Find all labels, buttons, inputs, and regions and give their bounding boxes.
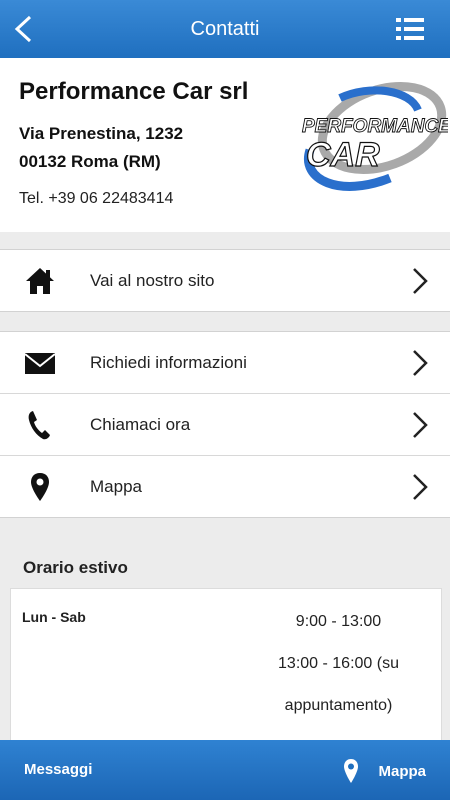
address-city: 00132 Roma (RM) (19, 152, 161, 171)
hours-time-line: 9:00 - 13:00 (295, 613, 382, 630)
visit-website-row[interactable]: Vai al nostro sito (0, 250, 450, 311)
website-group: Vai al nostro sito (0, 249, 450, 312)
map-button-label: Mappa (378, 762, 426, 780)
hours-section-title: Orario estivo (23, 558, 128, 577)
map-label: Mappa (90, 476, 142, 496)
chevron-right-icon (413, 474, 428, 500)
logo-text-top: PERFORMANCE (302, 116, 448, 137)
hours-times: 9:00 - 13:00 13:00 - 16:00 (su appuntame… (251, 601, 426, 759)
contact-actions-group: Richiedi informazioni Chiamaci ora Mappa (0, 331, 450, 518)
phone-number: Tel. +39 06 22483414 (19, 190, 174, 207)
phone-icon (28, 411, 50, 440)
request-info-row[interactable]: Richiedi informazioni (0, 332, 450, 393)
hours-time-line: appuntamento) (284, 697, 393, 714)
call-now-label: Chiamaci ora (90, 414, 191, 434)
hours-day: Lun - Sab (22, 609, 86, 625)
map-button[interactable]: Mappa (342, 756, 426, 786)
chevron-right-icon (413, 350, 428, 376)
home-icon (26, 268, 54, 294)
chevron-left-icon[interactable] (12, 14, 36, 44)
logo-text-bottom: CAR (306, 136, 380, 174)
page-title: Contatti (190, 17, 260, 40)
hours-time-line: 13:00 - 16:00 (su (278, 655, 399, 672)
map-row[interactable]: Mappa (0, 455, 450, 517)
address-street: Via Prenestina, 1232 (19, 124, 184, 143)
company-info-card: Performance Car srl Via Prenestina, 1232… (0, 58, 450, 232)
top-app-bar: Contatti (0, 0, 450, 58)
messages-button[interactable]: Messaggi (24, 761, 92, 778)
map-pin-icon (344, 759, 359, 783)
hours-card: Lun - Sab 9:00 - 13:00 13:00 - 16:00 (su… (10, 588, 442, 760)
chevron-right-icon (413, 268, 428, 294)
envelope-icon (24, 353, 56, 374)
company-name: Performance Car srl (19, 78, 249, 105)
call-now-row[interactable]: Chiamaci ora (0, 393, 450, 455)
chevron-right-icon (413, 412, 428, 438)
map-pin-icon (31, 473, 49, 501)
bottom-nav-bar: Messaggi Mappa (0, 740, 450, 800)
request-info-label: Richiedi informazioni (90, 352, 247, 372)
list-menu-icon[interactable] (396, 18, 424, 40)
visit-website-label: Vai al nostro sito (90, 270, 215, 290)
performance-car-logo: PERFORMANCE CAR (302, 81, 448, 191)
